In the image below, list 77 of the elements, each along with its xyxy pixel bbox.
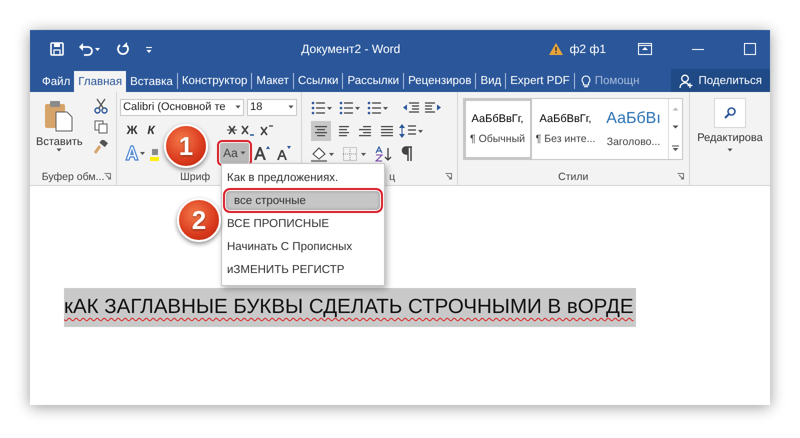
grow-font-icon[interactable]	[252, 145, 271, 161]
decrease-indent-icon[interactable]	[403, 102, 420, 114]
save-icon[interactable]	[50, 42, 64, 56]
multilevel-list-icon[interactable]	[367, 101, 390, 115]
editing-button[interactable]: Редактирова	[693, 96, 767, 153]
ribbon-tab[interactable]: Вид	[475, 73, 506, 89]
ribbon-tab[interactable]: Файл	[38, 71, 74, 92]
numbered-list-icon[interactable]	[339, 101, 362, 115]
shading-icon[interactable]	[311, 146, 336, 162]
strikethrough-icon[interactable]	[227, 123, 238, 137]
copy-icon[interactable]	[94, 120, 108, 134]
style-preset[interactable]: АаБбВвГг, ¶ Обычный	[464, 99, 532, 159]
tell-me-field[interactable]: Помощн	[594, 75, 640, 87]
paste-button[interactable]: Вставить	[33, 96, 86, 168]
undo-icon[interactable]	[78, 42, 102, 56]
dialog-launcher-icon[interactable]	[104, 173, 112, 180]
shrink-font-icon[interactable]	[274, 145, 291, 161]
format-painter-icon[interactable]	[94, 140, 108, 154]
font-size-field[interactable]: 18	[247, 98, 298, 116]
style-preset[interactable]: АаБбВı Заголово...	[600, 99, 668, 159]
ribbon-tab[interactable]: Рассылки	[342, 73, 404, 89]
font-name-field[interactable]: Calibri (Основной те	[120, 98, 244, 116]
maximize-icon[interactable]	[744, 43, 756, 55]
lightbulb-icon	[580, 74, 591, 88]
ribbon-tab[interactable]: Ссылки	[292, 73, 342, 89]
ribbon-tab[interactable]: Рецензиров	[403, 73, 476, 89]
align-right-icon[interactable]	[359, 125, 372, 137]
caret-icon	[235, 105, 242, 109]
sort-icon[interactable]	[375, 146, 394, 162]
menu-item[interactable]: иЗМЕНИТЬ РЕГИСТР	[226, 260, 380, 279]
clipboard-icon	[44, 100, 74, 132]
line-spacing-icon[interactable]	[399, 123, 424, 139]
borders-icon[interactable]	[343, 147, 368, 161]
pilcrow-icon[interactable]	[401, 146, 414, 162]
increase-indent-icon[interactable]	[425, 102, 442, 114]
share-button[interactable]: Поделиться	[671, 69, 770, 92]
group-label: Шриф	[180, 170, 210, 182]
bold-button[interactable]: Ж	[124, 123, 140, 137]
scissors-icon[interactable]	[94, 98, 108, 114]
ribbon-tab[interactable]: Главная	[74, 71, 126, 92]
caret-icon	[56, 148, 62, 152]
group-label: ц	[389, 170, 396, 182]
ribbon-tab[interactable]: Expert PDF	[505, 73, 574, 89]
window-title: Документ2 - Word	[301, 42, 400, 56]
bullet-list-icon[interactable]	[311, 101, 334, 115]
warning-icon	[548, 42, 564, 56]
dialog-launcher-icon[interactable]	[677, 173, 684, 180]
menu-item[interactable]: Как в предложениях.	[226, 168, 380, 187]
subscript-icon[interactable]	[240, 123, 256, 137]
justify-icon[interactable]	[381, 125, 394, 137]
align-center-icon[interactable]	[337, 125, 350, 137]
align-left-icon[interactable]	[315, 125, 328, 137]
caret-icon	[240, 151, 246, 155]
menu-item[interactable]: все строчные	[226, 191, 380, 210]
ribbon-display-icon[interactable]	[638, 43, 652, 55]
group-label: Стили	[558, 170, 588, 182]
ribbon-tab[interactable]: Макет	[251, 73, 293, 89]
superscript-icon[interactable]	[259, 123, 276, 137]
menu-item[interactable]: Начинать С Прописных	[226, 237, 380, 256]
dialog-launcher-icon[interactable]	[444, 173, 452, 180]
person-add-icon	[679, 74, 694, 88]
italic-button[interactable]: К	[143, 123, 160, 137]
ribbon-tab[interactable]: Конструктор	[176, 73, 252, 89]
menu-item[interactable]: ВСЕ ПРОПИСНЫЕ	[226, 214, 380, 233]
ribbon-tab[interactable]: Вставка	[126, 71, 177, 92]
document-text: кАК ЗАГЛАВНЫЕ БУКВЫ СДЕЛАТЬ СТРОЧНЫМИ В вОРДЕ	[64, 288, 636, 327]
search-icon	[724, 107, 736, 119]
group-label: Буфер обм...	[42, 170, 104, 182]
change-case-button[interactable]: Aa	[220, 143, 249, 163]
account-name[interactable]: ф2 ф1	[570, 42, 606, 56]
text-effects-icon[interactable]	[124, 145, 146, 161]
redo-icon[interactable]	[116, 42, 130, 56]
style-preset[interactable]: АаБбВвГг, ¶ Без инте...	[532, 99, 600, 159]
more-styles-icon[interactable]	[672, 144, 678, 152]
scroll-down-icon[interactable]	[672, 125, 678, 130]
caret-icon	[288, 105, 294, 109]
caret-icon	[727, 148, 733, 152]
